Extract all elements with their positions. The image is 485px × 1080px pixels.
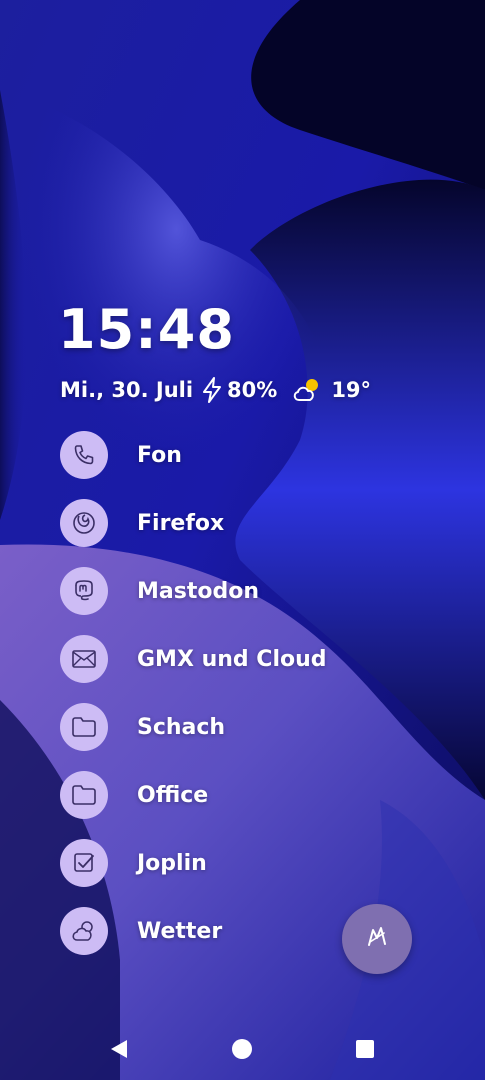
clock[interactable]: 15:48 (58, 298, 235, 361)
firefox-icon (60, 499, 108, 547)
app-label: Schach (137, 714, 226, 740)
recents-button[interactable] (350, 1034, 380, 1064)
launcher-button[interactable] (342, 904, 412, 974)
recents-icon (356, 1040, 374, 1058)
mastodon-icon (60, 567, 108, 615)
folder-icon (60, 771, 108, 819)
mail-icon (60, 635, 108, 683)
status-line: Mi., 30. Juli 80% 19° (60, 374, 371, 406)
back-button[interactable] (104, 1034, 134, 1064)
battery-level: 80% (227, 378, 278, 402)
back-icon (111, 1040, 127, 1058)
app-label: Mastodon (137, 578, 259, 604)
partly-cloudy-icon (291, 376, 321, 404)
app-label: Fon (137, 442, 182, 468)
app-fon[interactable]: Fon (60, 430, 360, 480)
home-button[interactable] (227, 1034, 257, 1064)
cloud-icon (60, 907, 108, 955)
app-label: Wetter (137, 918, 223, 944)
app-label: Joplin (137, 850, 207, 876)
checkbox-icon (60, 839, 108, 887)
app-label: Firefox (137, 510, 225, 536)
temperature[interactable]: 19° (331, 378, 371, 402)
phone-icon (60, 431, 108, 479)
date-label[interactable]: Mi., 30. Juli (60, 378, 193, 402)
app-wetter[interactable]: Wetter (60, 906, 360, 956)
app-label: GMX und Cloud (137, 646, 327, 672)
folder-icon (60, 703, 108, 751)
app-gmx-und-cloud[interactable]: GMX und Cloud (60, 634, 360, 684)
app-label: Office (137, 782, 209, 808)
app-office[interactable]: Office (60, 770, 360, 820)
launcher-icon (364, 924, 390, 954)
home-icon (232, 1039, 252, 1059)
app-joplin[interactable]: Joplin (60, 838, 360, 888)
navigation-bar (0, 1020, 485, 1080)
bolt-icon (201, 376, 223, 404)
app-mastodon[interactable]: Mastodon (60, 566, 360, 616)
app-firefox[interactable]: Firefox (60, 498, 360, 548)
app-schach[interactable]: Schach (60, 702, 360, 752)
